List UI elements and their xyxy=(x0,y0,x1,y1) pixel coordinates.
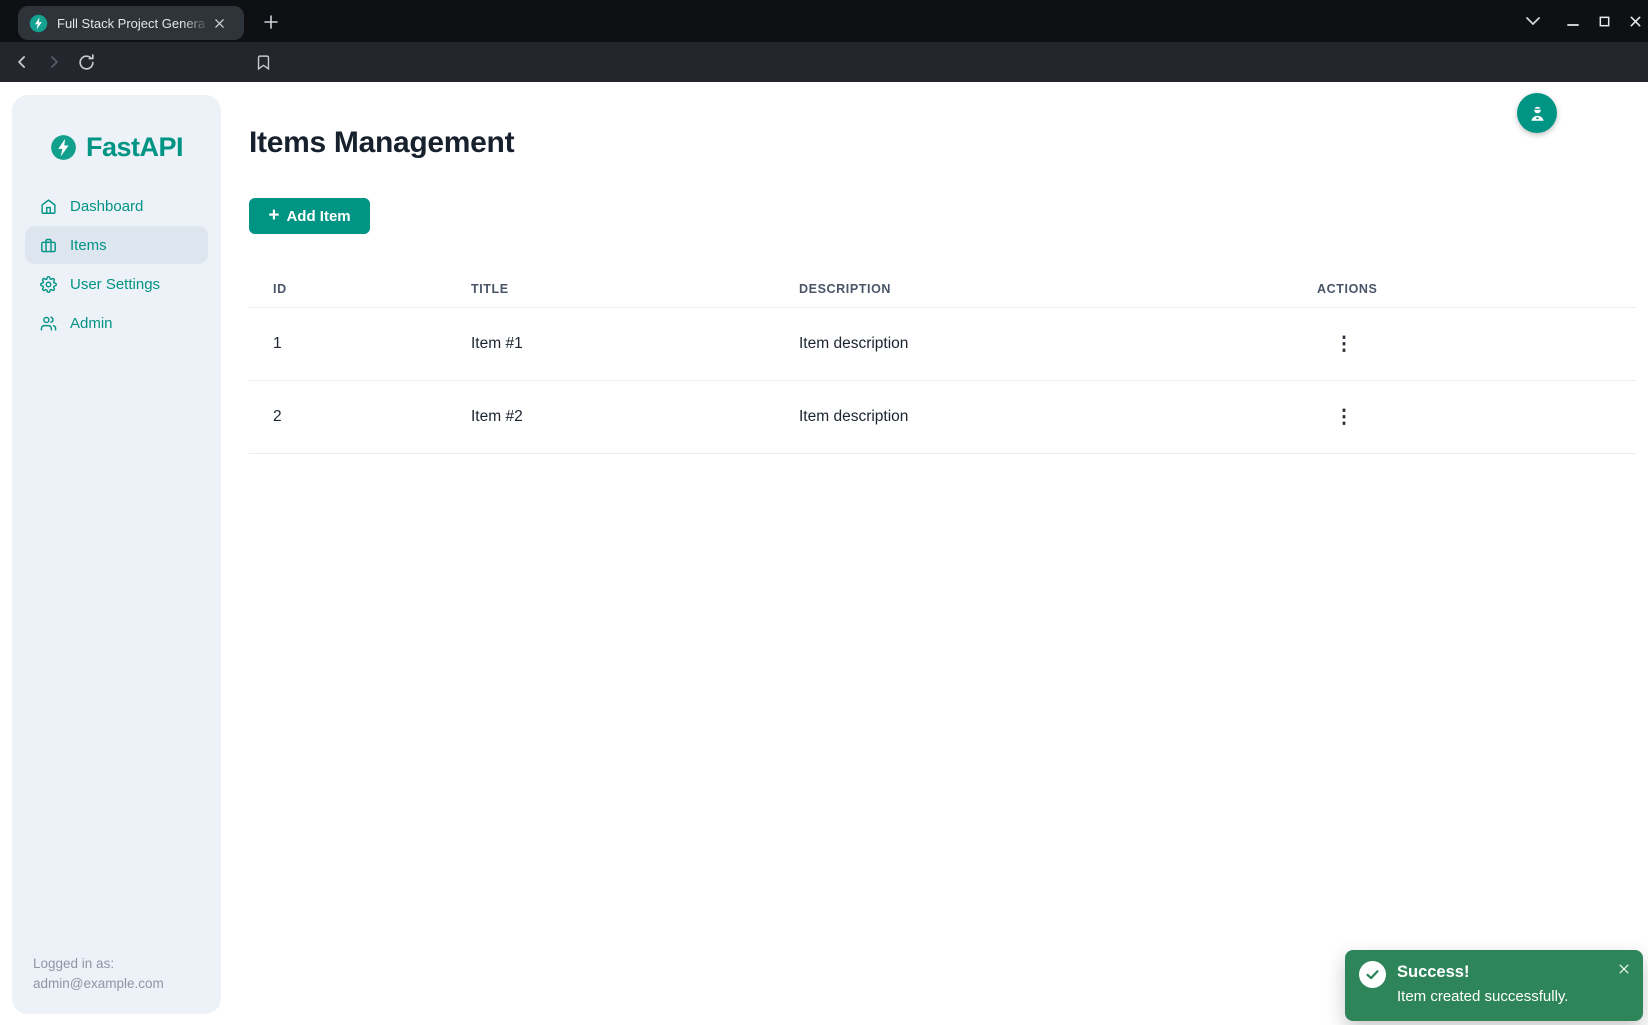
sidebar-item-admin[interactable]: Admin xyxy=(25,304,208,342)
fastapi-logo-lightning-icon xyxy=(50,134,77,161)
page-content: FastAPI Dashboard Items User Settings Ad… xyxy=(0,82,1648,1025)
logged-in-label: Logged in as: xyxy=(33,954,164,974)
window-maximize-button[interactable] xyxy=(1591,8,1617,34)
window-dropdown-chevron-icon[interactable] xyxy=(1520,8,1546,34)
briefcase-icon xyxy=(40,237,57,254)
sidebar: FastAPI Dashboard Items User Settings Ad… xyxy=(12,95,221,1014)
table-row: 2 Item #2 Item description ⋮ xyxy=(249,381,1636,454)
fastapi-logo-text: FastAPI xyxy=(86,132,183,163)
add-item-button[interactable]: + Add Item xyxy=(249,198,370,234)
toast-message: Item created successfully. xyxy=(1397,988,1568,1005)
cell-id: 2 xyxy=(273,408,471,426)
column-header-actions: ACTIONS xyxy=(1317,282,1636,296)
back-button[interactable] xyxy=(8,48,36,76)
window-minimize-button[interactable] xyxy=(1560,8,1586,34)
sidebar-item-label: Items xyxy=(70,237,107,254)
home-icon xyxy=(40,198,57,215)
reload-button[interactable] xyxy=(72,48,100,76)
sidebar-item-label: Admin xyxy=(70,315,113,332)
toast-close-icon[interactable] xyxy=(1614,959,1634,979)
sidebar-item-label: User Settings xyxy=(70,276,160,293)
user-avatar-button[interactable] xyxy=(1517,93,1557,133)
sidebar-item-items[interactable]: Items xyxy=(25,226,208,264)
browser-toolbar: i localhost/items 1 xyxy=(0,42,1648,82)
row-actions-kebab-icon[interactable]: ⋮ xyxy=(1329,402,1359,432)
column-header-title: TITLE xyxy=(471,282,799,296)
new-tab-button[interactable] xyxy=(258,9,284,35)
sidebar-item-dashboard[interactable]: Dashboard xyxy=(25,187,208,225)
gear-icon xyxy=(40,276,57,293)
user-icon xyxy=(1526,102,1549,125)
users-icon xyxy=(40,315,57,332)
cell-id: 1 xyxy=(273,335,471,353)
tab-close-icon[interactable] xyxy=(209,13,229,33)
row-actions-kebab-icon[interactable]: ⋮ xyxy=(1329,329,1359,359)
sidebar-item-user-settings[interactable]: User Settings xyxy=(25,265,208,303)
items-table: ID TITLE DESCRIPTION ACTIONS 1 Item #1 I… xyxy=(249,270,1636,454)
logged-in-status: Logged in as: admin@example.com xyxy=(33,954,164,994)
success-toast: Success! Item created successfully. xyxy=(1345,950,1643,1021)
add-item-label: Add Item xyxy=(286,208,350,225)
column-header-id: ID xyxy=(273,282,471,296)
browser-tab[interactable]: Full Stack Project Genera xyxy=(18,6,244,40)
window-close-button[interactable] xyxy=(1622,8,1648,34)
toast-title: Success! xyxy=(1397,963,1469,982)
sidebar-item-label: Dashboard xyxy=(70,198,143,215)
column-header-description: DESCRIPTION xyxy=(799,282,1317,296)
sidebar-nav: Dashboard Items User Settings Admin xyxy=(12,187,221,342)
bookmark-icon[interactable] xyxy=(250,49,276,75)
forward-button[interactable] xyxy=(40,48,68,76)
cell-description: Item description xyxy=(799,408,1317,426)
table-header-row: ID TITLE DESCRIPTION ACTIONS xyxy=(249,270,1636,308)
plus-icon: + xyxy=(268,206,279,225)
check-circle-icon xyxy=(1359,961,1386,988)
cell-description: Item description xyxy=(799,335,1317,353)
fastapi-favicon-lightning-icon xyxy=(29,14,48,33)
tab-title: Full Stack Project Genera xyxy=(57,16,209,31)
page-title: Items Management xyxy=(249,126,514,160)
cell-title: Item #1 xyxy=(471,335,799,353)
table-row: 1 Item #1 Item description ⋮ xyxy=(249,308,1636,381)
browser-tab-strip: Full Stack Project Genera xyxy=(0,0,1648,42)
cell-title: Item #2 xyxy=(471,408,799,426)
fastapi-logo: FastAPI xyxy=(50,132,221,163)
logged-in-email: admin@example.com xyxy=(33,974,164,994)
